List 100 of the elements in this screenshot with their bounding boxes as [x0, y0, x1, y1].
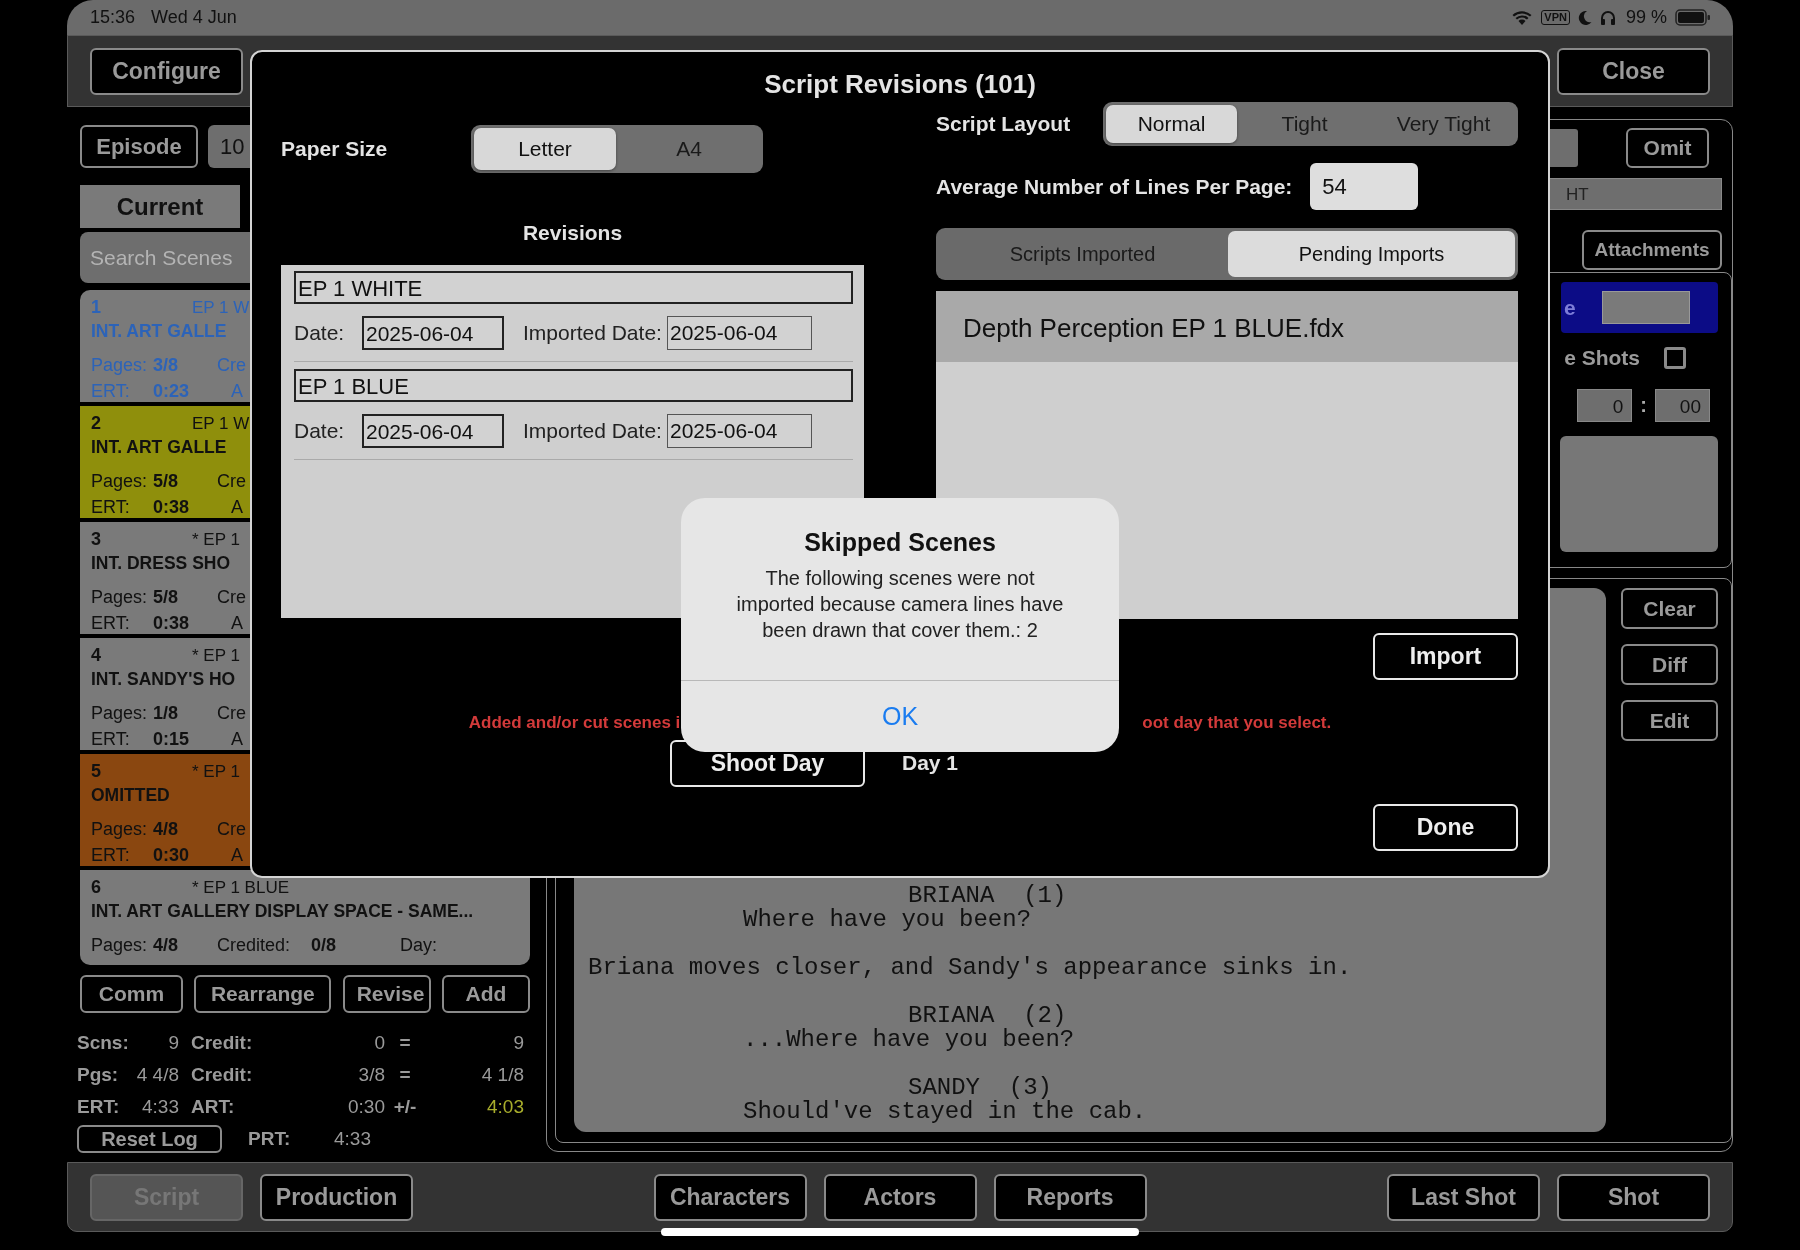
date-label: Date: — [294, 321, 346, 345]
wifi-icon — [1511, 9, 1534, 26]
revision-name-field[interactable]: EP 1 BLUE — [294, 369, 853, 402]
text-field[interactable] — [1601, 291, 1690, 324]
nav-button[interactable]: Last Shot — [1387, 1173, 1540, 1221]
ert-label: ERT: — [91, 729, 130, 750]
stat-value: 4 4/8 — [135, 1064, 179, 1086]
date-field[interactable]: 2025-06-04 — [362, 414, 504, 448]
ert-value: 0:38 — [153, 613, 190, 634]
script-line: Should've stayed in the cab. — [742, 1100, 1148, 1124]
action-button[interactable]: Rearrange — [194, 975, 332, 1013]
omit-button[interactable]: Omit — [1626, 128, 1709, 168]
battery-level: 99 % — [1625, 7, 1667, 28]
revision-label: * EP 1 — [192, 762, 240, 782]
ert-label: ERT: — [91, 381, 130, 402]
pages-label: Pages: — [91, 819, 148, 840]
revision-label: EP 1 W — [192, 414, 250, 434]
configure-button[interactable]: Configure — [90, 47, 243, 95]
seconds-field[interactable]: 00 — [1655, 389, 1710, 422]
art-label: A — [231, 381, 243, 402]
scene-number: 1 — [91, 297, 102, 318]
warning-text: Added and/or cut scenes i — [468, 713, 681, 734]
stat-total: 9 — [512, 1032, 524, 1054]
pages-label: Pages: — [91, 471, 148, 492]
scene-heading: INT. ART GALLE — [91, 320, 227, 343]
nav-button[interactable]: Characters — [653, 1173, 807, 1221]
done-button[interactable]: Done — [1373, 804, 1518, 851]
revisions-heading: Revisions — [521, 221, 624, 246]
home-indicator[interactable] — [661, 1228, 1139, 1236]
stat-value: 4:33 — [141, 1096, 179, 1118]
revision-name-field[interactable]: EP 1 WHITE — [294, 271, 853, 304]
ert-label: ERT: — [91, 613, 130, 634]
scene-heading: INT. DRESS SHO — [91, 552, 231, 575]
scene-heading: INT. ART GALLERY DISPLAY SPACE - SAME... — [91, 900, 474, 923]
art-label: A — [231, 729, 243, 750]
stat-total: 4:03 — [486, 1096, 524, 1118]
scene-number: 4 — [91, 645, 102, 666]
revision-label: * EP 1 — [192, 530, 240, 550]
script-line: SANDY (3) — [908, 1076, 1053, 1100]
lines-per-page-label: Average Number of Lines Per Page: — [936, 174, 1293, 199]
segment-option[interactable]: Letter — [474, 128, 616, 170]
pages-value: 3/8 — [153, 355, 179, 376]
scene-number: 2 — [91, 413, 102, 434]
pending-import-row[interactable]: Depth Perception EP 1 BLUE.fdx — [936, 291, 1518, 362]
stat-value: 4:33 — [334, 1128, 371, 1150]
pages-label: Pages: — [91, 587, 148, 608]
ert-value: 0:30 — [153, 845, 190, 866]
imported-date-field[interactable]: 2025-06-04 — [667, 414, 812, 448]
side-button[interactable]: Diff — [1621, 644, 1718, 685]
side-button[interactable]: Clear — [1621, 588, 1718, 629]
stat-total: 4 1/8 — [480, 1064, 524, 1086]
notes-area[interactable] — [1560, 436, 1718, 552]
import-button[interactable]: Import — [1373, 633, 1518, 680]
vpn-badge: VPN — [1541, 10, 1570, 25]
battery-icon — [1675, 9, 1711, 26]
action-button[interactable]: Add — [442, 975, 530, 1013]
day-label: Day: — [400, 935, 437, 956]
pages-value: 5/8 — [153, 587, 179, 608]
stat-value: 0:30 — [347, 1096, 385, 1118]
pages-label: Pages: — [91, 935, 148, 956]
status-time: 15:36 — [90, 7, 136, 28]
action-button[interactable]: Comm — [80, 975, 183, 1013]
nav-button[interactable]: Production — [260, 1173, 413, 1221]
scene-number: 3 — [91, 529, 102, 550]
script-line: BRIANA (1) — [907, 884, 1068, 908]
imported-date-field[interactable]: 2025-06-04 — [667, 316, 812, 350]
checkbox[interactable] — [1664, 347, 1686, 369]
dialog-title: Script Revisions (101) — [763, 68, 1037, 101]
scene-number: 5 — [91, 761, 102, 782]
status-date: Wed 4 Jun — [151, 7, 237, 28]
revision-label: EP 1 W — [192, 298, 250, 318]
scene-tab[interactable]: Current — [80, 185, 240, 228]
action-button[interactable]: Revise — [342, 975, 431, 1013]
lines-per-page-field[interactable]: 54 — [1310, 163, 1419, 210]
stat-label: Credit: — [190, 1032, 254, 1054]
date-field[interactable]: 2025-06-04 — [362, 316, 504, 350]
shoot-day-value: Day 1 — [902, 751, 959, 775]
art-label: A — [231, 497, 243, 518]
minutes-field[interactable]: 0 — [1577, 389, 1633, 422]
import-tab[interactable]: Pending Imports — [1228, 231, 1515, 277]
warning-text: oot day that you select. — [1142, 713, 1332, 734]
nav-button[interactable]: Reports — [993, 1173, 1147, 1221]
imported-date-label: Imported Date: — [522, 321, 663, 345]
alert-message: The following scenes were not imported because camera lines have been drawn that cover them.: 2 — [735, 566, 1065, 643]
episode-button[interactable]: Episode — [80, 125, 198, 168]
scene-card[interactable]: 6 * EP 1 BLUE INT. ART GALLERY DISPLAY SPACE - SAME... Pages: 4/8 Credited: 0/8 Day: — [80, 870, 530, 965]
credited-value: 0/8 — [311, 935, 337, 956]
script-line: BRIANA (2) — [908, 1004, 1067, 1028]
nav-button[interactable]: Shot — [1557, 1173, 1710, 1221]
credited-label: Cre — [217, 819, 246, 840]
close-button[interactable]: Close — [1557, 47, 1710, 95]
attachments-button[interactable]: Attachments — [1582, 230, 1722, 270]
nav-button[interactable]: Actors — [823, 1173, 977, 1221]
segment-option[interactable]: Normal — [1106, 105, 1238, 143]
scene-heading: OMITTED — [91, 784, 170, 807]
reset-log-button[interactable]: Reset Log — [77, 1125, 222, 1153]
headphones-icon — [1599, 9, 1616, 26]
ert-value: 0:23 — [153, 381, 190, 402]
side-button[interactable]: Edit — [1621, 700, 1718, 741]
stat-operator: = — [398, 1032, 412, 1054]
